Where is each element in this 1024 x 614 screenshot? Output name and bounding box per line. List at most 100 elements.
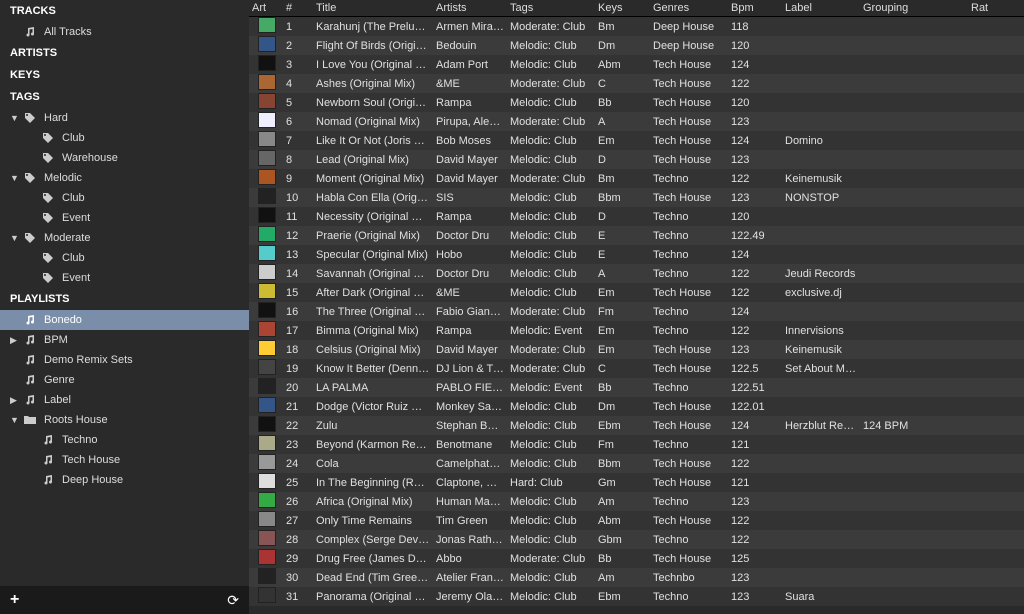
table-row[interactable]: 30Dead End (Tim Green R…Atelier Franc…Me… <box>249 568 1024 587</box>
artwork-thumbnail <box>258 568 276 584</box>
cell-bpm: 122 <box>728 268 782 280</box>
table-row[interactable]: 18Celsius (Original Mix)David MayerModer… <box>249 340 1024 359</box>
table-row[interactable]: 21Dodge (Victor Ruiz Remix)Monkey Safari… <box>249 397 1024 416</box>
section-playlists[interactable]: PLAYLISTS <box>0 288 249 310</box>
sidebar-item-hard[interactable]: ▼ Hard <box>0 108 249 128</box>
cell-artist: PABLO FIER… <box>433 382 507 394</box>
cell-bpm: 125 <box>728 553 782 565</box>
sidebar-item-all-tracks[interactable]: All Tracks <box>0 22 249 42</box>
cell-title: Celsius (Original Mix) <box>313 344 433 356</box>
table-row[interactable]: 16The Three (Original Mix)Fabio Giannell… <box>249 302 1024 321</box>
table-row[interactable]: 17Bimma (Original Mix)RampaMelodic: Even… <box>249 321 1024 340</box>
sidebar-item-hard-club[interactable]: Club <box>0 128 249 148</box>
cell-key: Fm <box>595 306 650 318</box>
sidebar-item-demo-remix[interactable]: Demo Remix Sets <box>0 350 249 370</box>
table-row[interactable]: 23Beyond (Karmon Remix)BenotmaneMelodic:… <box>249 435 1024 454</box>
table-row[interactable]: 24ColaCamelphat…Melodic: ClubBbmTech Hou… <box>249 454 1024 473</box>
table-row[interactable]: 19Know It Better (Dennis C…DJ Lion & Tr…… <box>249 359 1024 378</box>
table-row[interactable]: 29Drug Free (James Dexte…AbboModerate: C… <box>249 549 1024 568</box>
table-row[interactable]: 26Africa (Original Mix)Human Mac…Melodic… <box>249 492 1024 511</box>
cell-number: 27 <box>283 515 313 527</box>
table-row[interactable]: 2Flight Of Birds (Original…BedouinMelodi… <box>249 36 1024 55</box>
table-row[interactable]: 31Panorama (Original Mix)Jeremy Ola…Melo… <box>249 587 1024 606</box>
column-art[interactable]: Art <box>249 2 283 14</box>
cell-artist: Abbo <box>433 553 507 565</box>
sidebar-item-label: Label <box>44 394 71 406</box>
column-label[interactable]: Label <box>782 2 860 14</box>
sidebar-item-roots-house[interactable]: ▼ Roots House <box>0 410 249 430</box>
artwork-thumbnail <box>258 93 276 109</box>
sidebar: TRACKS All Tracks ARTISTS KEYS TAGS ▼ Ha… <box>0 0 249 614</box>
column-artists[interactable]: Artists <box>433 2 507 14</box>
table-row[interactable]: 5Newborn Soul (Original…RampaMelodic: Cl… <box>249 93 1024 112</box>
section-tags[interactable]: TAGS <box>0 86 249 108</box>
sidebar-item-tech-house[interactable]: Tech House <box>0 450 249 470</box>
table-row[interactable]: 4Ashes (Original Mix)&MEModerate: ClubCT… <box>249 74 1024 93</box>
add-button[interactable]: + <box>10 591 19 609</box>
table-row[interactable]: 20LA PALMAPABLO FIER…Melodic: EventBbTec… <box>249 378 1024 397</box>
table-row[interactable]: 14Savannah (Original Mix)Doctor DruMelod… <box>249 264 1024 283</box>
cell-artist: &ME <box>433 287 507 299</box>
sidebar-item-deep-house[interactable]: Deep House <box>0 470 249 490</box>
cell-key: A <box>595 268 650 280</box>
disclosure-down-icon: ▼ <box>10 173 22 183</box>
table-row[interactable]: 9Moment (Original Mix)David MayerModerat… <box>249 169 1024 188</box>
table-row[interactable]: 12Praerie (Original Mix)Doctor DruMelodi… <box>249 226 1024 245</box>
column-number[interactable]: # <box>283 2 313 14</box>
cell-key: Bb <box>595 382 650 394</box>
table-row[interactable]: 13Specular (Original Mix)HoboMelodic: Cl… <box>249 245 1024 264</box>
table-row[interactable]: 10Habla Con Ella (Original…SISMelodic: C… <box>249 188 1024 207</box>
table-row[interactable]: 11Necessity (Original Mix)RampaMelodic: … <box>249 207 1024 226</box>
cell-genre: Tech House <box>650 97 728 109</box>
sidebar-item-bonedo[interactable]: Bonedo <box>0 310 249 330</box>
column-keys[interactable]: Keys <box>595 2 650 14</box>
cell-bpm: 123 <box>728 192 782 204</box>
cell-art <box>249 378 283 397</box>
cell-genre: Techno <box>650 211 728 223</box>
sidebar-item-moderate-club[interactable]: Club <box>0 248 249 268</box>
sidebar-item-hard-warehouse[interactable]: Warehouse <box>0 148 249 168</box>
table-row[interactable]: 15After Dark (Original Mix)&MEMelodic: C… <box>249 283 1024 302</box>
table-body[interactable]: 1Karahunj (The Prelude)Armen Mira…Modera… <box>249 17 1024 614</box>
sidebar-item-moderate[interactable]: ▼ Moderate <box>0 228 249 248</box>
column-grouping[interactable]: Grouping <box>860 2 968 14</box>
sidebar-item-techno[interactable]: Techno <box>0 430 249 450</box>
cell-title: Dodge (Victor Ruiz Remix) <box>313 401 433 413</box>
cell-number: 5 <box>283 97 313 109</box>
cell-art <box>249 226 283 245</box>
artwork-thumbnail <box>258 36 276 52</box>
artwork-thumbnail <box>258 112 276 128</box>
sidebar-item-melodic-event[interactable]: Event <box>0 208 249 228</box>
cell-number: 13 <box>283 249 313 261</box>
cell-key: Bbm <box>595 192 650 204</box>
table-row[interactable]: 6Nomad (Original Mix)Pirupa, Alex…Modera… <box>249 112 1024 131</box>
section-tracks[interactable]: TRACKS <box>0 0 249 22</box>
column-genres[interactable]: Genres <box>650 2 728 14</box>
table-row[interactable]: 1Karahunj (The Prelude)Armen Mira…Modera… <box>249 17 1024 36</box>
cell-artist: Doctor Dru <box>433 268 507 280</box>
sidebar-item-label[interactable]: ▶ Label <box>0 390 249 410</box>
cell-tag: Melodic: Club <box>507 287 595 299</box>
column-rating[interactable]: Rat <box>968 2 998 14</box>
table-row[interactable]: 7Like It Or Not (Joris Voor…Bob MosesMel… <box>249 131 1024 150</box>
section-keys[interactable]: KEYS <box>0 64 249 86</box>
column-title[interactable]: Title <box>313 2 433 14</box>
table-row[interactable]: 3I Love You (Original Mix)Adam PortMelod… <box>249 55 1024 74</box>
section-artists[interactable]: ARTISTS <box>0 42 249 64</box>
sidebar-item-melodic-club[interactable]: Club <box>0 188 249 208</box>
refresh-button[interactable]: ⟳ <box>227 592 239 609</box>
cell-label: Keinemusik <box>782 344 860 356</box>
sidebar-item-bpm[interactable]: ▶ BPM <box>0 330 249 350</box>
table-row[interactable]: 27Only Time RemainsTim GreenMelodic: Clu… <box>249 511 1024 530</box>
table-row[interactable]: 25In The Beginning (Raum…Claptone, N…Har… <box>249 473 1024 492</box>
artwork-thumbnail <box>258 359 276 375</box>
sidebar-item-melodic[interactable]: ▼ Melodic <box>0 168 249 188</box>
artwork-thumbnail <box>258 492 276 508</box>
sidebar-item-genre[interactable]: Genre <box>0 370 249 390</box>
table-row[interactable]: 8Lead (Original Mix)David MayerMelodic: … <box>249 150 1024 169</box>
table-row[interactable]: 28Complex (Serge Devant…Jonas Rath…Melod… <box>249 530 1024 549</box>
table-row[interactable]: 22ZuluStephan Bo…Melodic: ClubEbmTech Ho… <box>249 416 1024 435</box>
column-bpm[interactable]: Bpm <box>728 2 782 14</box>
column-tags[interactable]: Tags <box>507 2 595 14</box>
sidebar-item-moderate-event[interactable]: Event <box>0 268 249 288</box>
